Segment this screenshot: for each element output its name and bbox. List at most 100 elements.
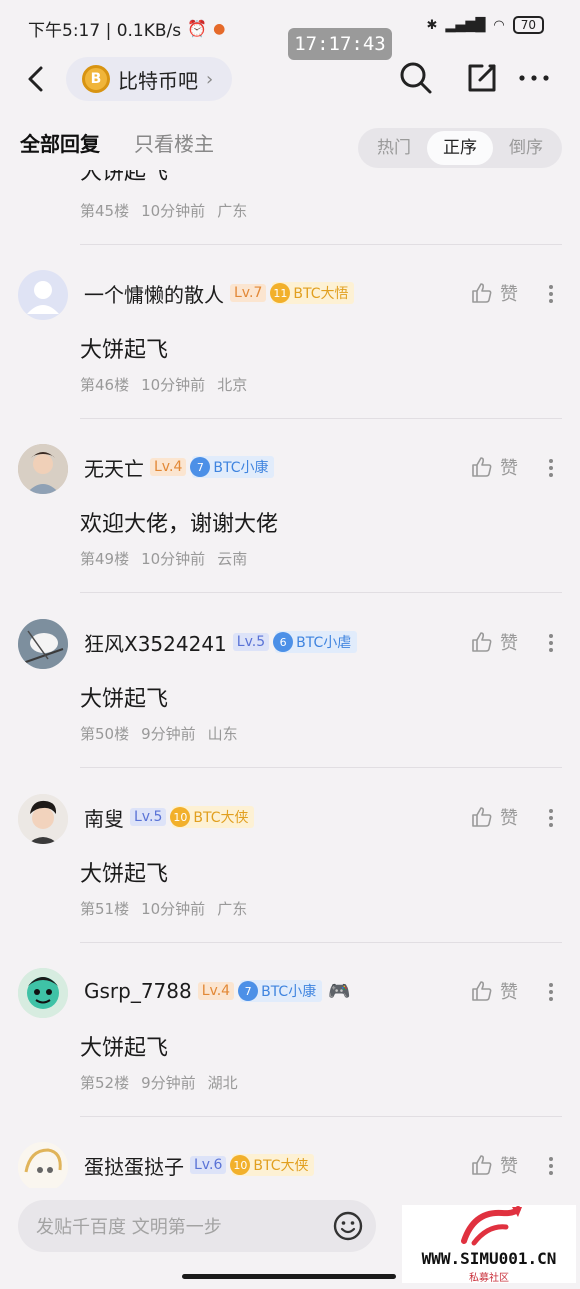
title-badge: 6 BTC小虐 [273,631,358,653]
user-info: 无天亡 Lv.4 7 BTC小康 [84,452,275,482]
sort-ascending[interactable]: 正序 [427,131,493,165]
title-badge-text: BTC大侠 [193,810,249,826]
reply-meta: 第51楼 10分钟前 广东 [80,898,247,919]
user-info: 南叟 Lv.5 10 BTC大侠 [84,802,255,832]
divider [80,418,562,419]
sort-descending[interactable]: 倒序 [493,131,559,165]
diamond-icon: 11 [270,283,291,303]
watermark-subtitle: 私募社区 [469,1273,509,1284]
app-notification-icon: ● [213,20,226,37]
reply-content: 大饼起飞 [80,1036,169,1061]
like-label: 赞 [500,1156,518,1177]
game-badge-icon: 🎮 [328,980,351,1002]
diamond-icon: 6 [273,632,294,652]
avatar[interactable] [18,968,68,1018]
reply-location: 北京 [217,376,248,394]
username[interactable]: Gsrp_7788 [84,979,192,1003]
title-badge-text: BTC小康 [213,460,269,476]
reply-more-icon[interactable] [548,1154,554,1178]
level-badge: Lv.4 [197,982,235,1000]
reply-more-icon[interactable] [548,282,554,306]
thumbs-up-icon [472,283,492,303]
back-icon[interactable] [22,64,52,94]
title-badge: 10 BTC大侠 [230,1154,315,1176]
avatar[interactable] [18,444,68,494]
level-badge: Lv.6 [190,1156,227,1174]
emoji-icon[interactable] [332,1210,364,1242]
username[interactable]: 蛋挞蛋挞子 [84,1151,184,1180]
tab-owner-only[interactable]: 只看楼主 [134,128,214,157]
floor-number: 第50楼 [80,725,130,743]
home-indicator[interactable] [182,1274,396,1279]
reply-list: 大饼起飞 第45楼 10分钟前 广东 一个慵懒的散人 Lv.7 11 BTC大悟 … [0,170,580,1188]
like-label: 赞 [500,284,518,305]
like-button[interactable]: 赞 [470,804,518,830]
reply-meta: 第45楼 10分钟前 广东 [80,200,247,221]
watermark-url: WWW.SIMU001.CN [421,1249,557,1268]
reply-location: 广东 [217,900,248,918]
username[interactable]: 南叟 [84,803,124,832]
level-badge: Lv.5 [232,633,270,651]
reply-input[interactable]: 发贴千百度 文明第一步 [18,1200,376,1252]
reply-meta: 第46楼 10分钟前 北京 [80,374,247,395]
user-info: 一个慵懒的散人 Lv.7 11 BTC大悟 [84,278,355,308]
sort-toggle: 热门 正序 倒序 [358,128,562,168]
sort-hot[interactable]: 热门 [361,131,427,165]
avatar[interactable] [18,619,68,669]
like-button[interactable]: 赞 [470,280,518,306]
like-label: 赞 [500,458,518,479]
username[interactable]: 狂风X3524241 [84,628,227,657]
reply-content: 大饼起飞 [80,338,169,363]
reply-location: 湖北 [207,1074,238,1092]
clock-overlay: 17:17:43 [288,28,392,60]
reply-content: 大饼起飞 [80,687,169,712]
forum-name: 比特币吧 [118,68,198,93]
title-badge: 11 BTC大悟 [270,282,355,304]
avatar[interactable] [18,1142,68,1188]
alarm-icon: ⏰ [187,19,208,38]
tab-all-replies[interactable]: 全部回复 [20,128,100,157]
reply-time: 10分钟前 [141,550,206,568]
thumbs-up-icon [472,1155,492,1175]
search-icon[interactable] [398,60,434,96]
thumbs-up-icon [472,457,492,477]
like-button[interactable]: 赞 [470,1152,518,1178]
avatar[interactable] [18,270,68,320]
reply-time: 10分钟前 [141,376,206,394]
watermark: WWW.SIMU001.CN 私募社区 [402,1205,576,1284]
reply-more-icon[interactable] [548,631,554,655]
more-menu-icon[interactable] [516,60,552,96]
user-info: Gsrp_7788 Lv.4 7 BTC小康 🎮 [84,976,351,1006]
reply-time: 10分钟前 [141,900,206,918]
like-button[interactable]: 赞 [470,454,518,480]
divider [80,767,562,768]
username[interactable]: 无天亡 [84,453,144,482]
username[interactable]: 一个慵懒的散人 [84,279,224,308]
title-badge: 10 BTC大侠 [170,806,255,828]
share-icon[interactable] [464,60,500,96]
bitcoin-icon: B [82,65,110,93]
title-badge-text: BTC大侠 [253,1158,309,1174]
battery-icon: 70 [512,16,544,34]
like-label: 赞 [500,982,518,1003]
user-info: 蛋挞蛋挞子 Lv.6 10 BTC大侠 [84,1150,315,1180]
reply-meta: 第52楼 9分钟前 湖北 [80,1072,238,1093]
reply-location: 云南 [217,550,248,568]
floor-number: 第51楼 [80,900,130,918]
reply-filter-tabs: 全部回复 只看楼主 [20,128,214,157]
like-button[interactable]: 赞 [470,629,518,655]
title-badge-text: BTC大悟 [293,286,349,302]
level-badge: Lv.7 [230,284,267,302]
like-button[interactable]: 赞 [470,978,518,1004]
reply-content: 欢迎大佬，谢谢大佬 [80,512,279,537]
avatar[interactable] [18,794,68,844]
reply-more-icon[interactable] [548,456,554,480]
reply-more-icon[interactable] [548,806,554,830]
diamond-icon: 7 [190,457,211,477]
reply-time: 9分钟前 [141,725,196,743]
divider [80,1116,562,1117]
diamond-icon: 10 [170,807,191,827]
reply-more-icon[interactable] [548,980,554,1004]
forum-link[interactable]: B 比特币吧 › [66,57,232,101]
reply-meta: 第49楼 10分钟前 云南 [80,548,247,569]
